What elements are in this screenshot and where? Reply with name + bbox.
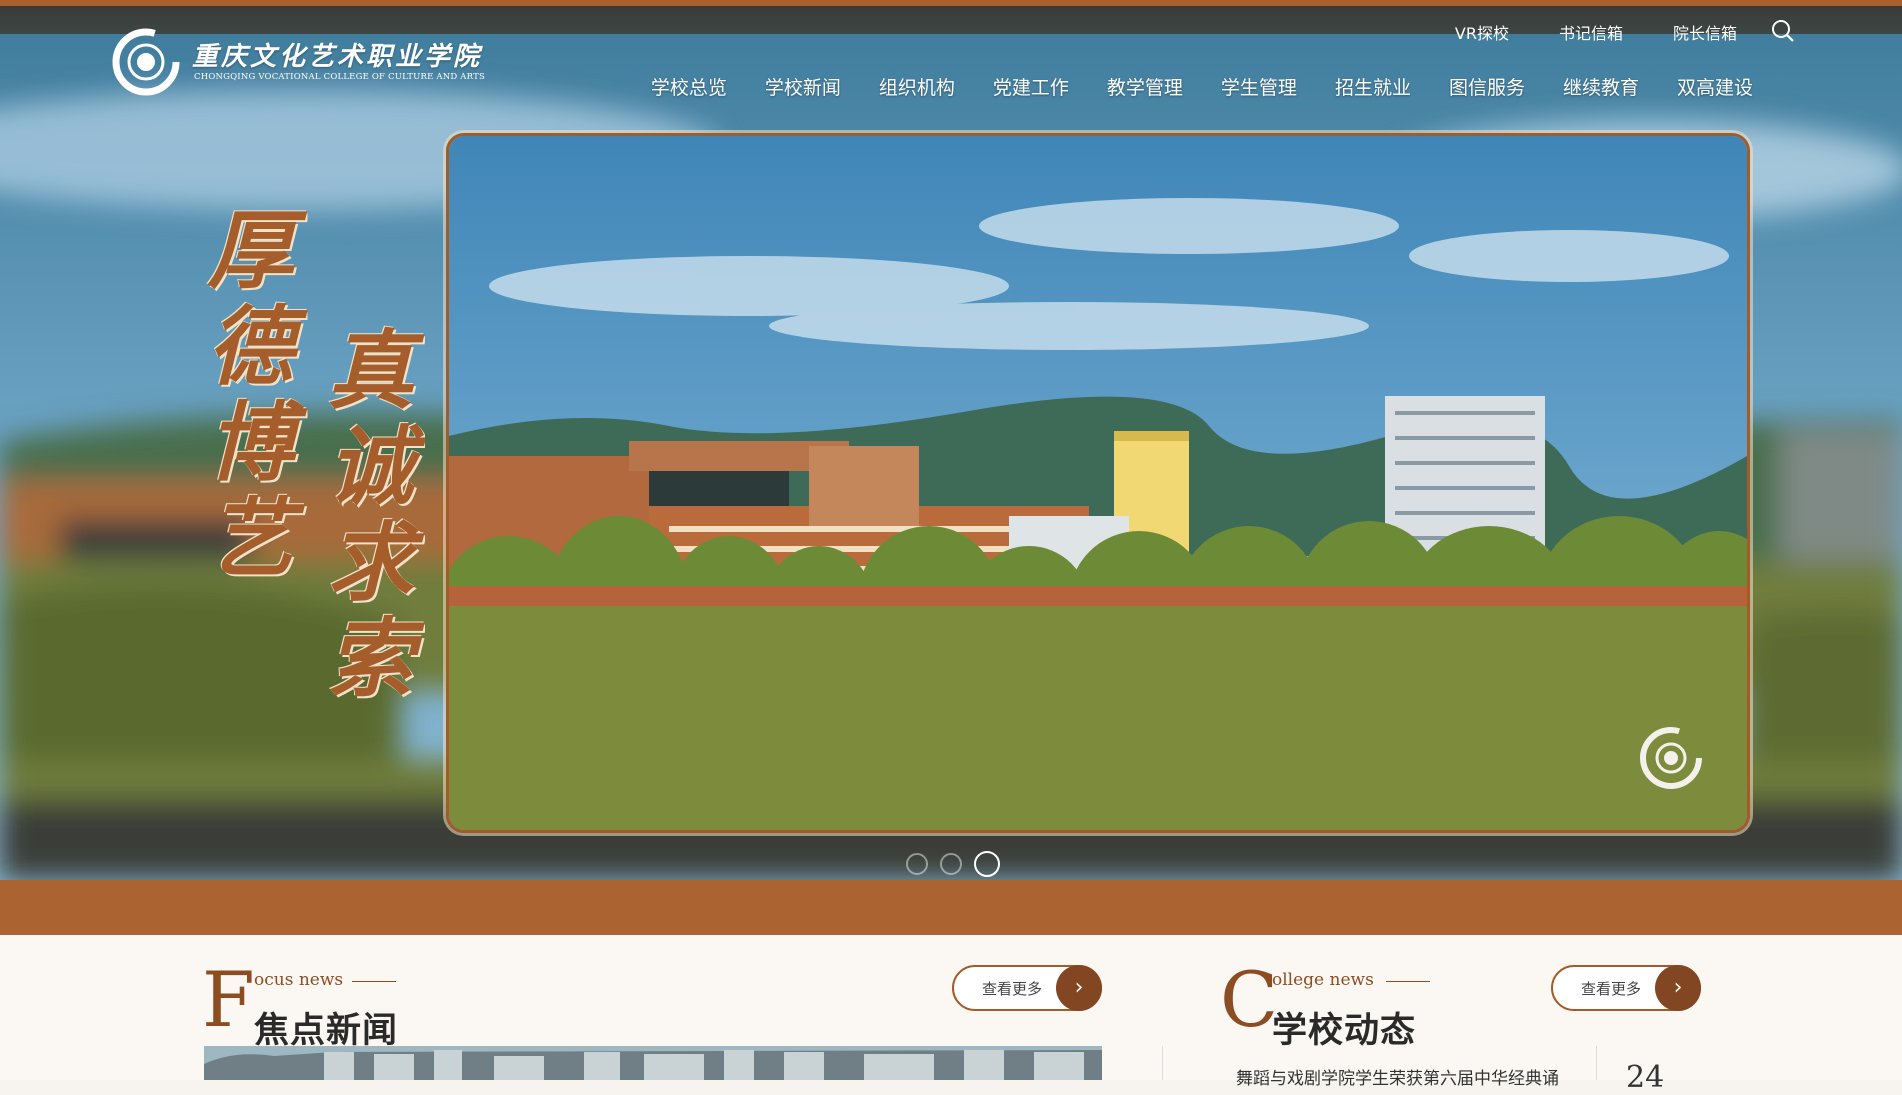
nav-item-news[interactable]: 学校新闻 [746, 73, 860, 100]
banner-slide-image[interactable] [446, 133, 1750, 833]
main-navigation: 学校总览 学校新闻 组织机构 党建工作 教学管理 学生管理 招生就业 图信服务 … [632, 73, 1772, 100]
nav-item-organization[interactable]: 组织机构 [860, 73, 974, 100]
college-more-button[interactable]: 查看更多 › [1551, 965, 1701, 1011]
college-news-date-divider [1596, 1046, 1597, 1080]
nav-item-admissions[interactable]: 招生就业 [1316, 73, 1430, 100]
nav-item-library[interactable]: 图信服务 [1430, 73, 1544, 100]
college-heading-rule [1386, 981, 1430, 982]
nav-item-overview[interactable]: 学校总览 [632, 73, 746, 100]
motto-column-1: 厚德博艺 [192, 205, 293, 589]
focus-news-photo[interactable] [204, 1046, 1102, 1080]
campus-photo [449, 136, 1747, 830]
college-news-divider [1162, 1046, 1163, 1080]
top-utility-links: VR探校 书记信箱 院长信箱 [1430, 20, 1762, 44]
logo-english-name: CHONGQING VOCATIONAL COLLEGE OF CULTURE … [194, 72, 485, 82]
carousel-dot-1[interactable] [906, 853, 928, 875]
focus-heading-english: ocus news [254, 970, 344, 990]
focus-more-button[interactable]: 查看更多 › [952, 965, 1102, 1011]
college-news-heading: C ollege news 学校动态 [1220, 955, 1520, 1051]
focus-heading-letter: F [202, 955, 255, 1044]
hero-bottom-band [0, 880, 1902, 935]
nav-item-continuing-education[interactable]: 继续教育 [1544, 73, 1658, 100]
college-news-item-title[interactable]: 舞蹈与戏剧学院学生荣获第六届中华经典诵 [1236, 1064, 1559, 1089]
carousel-dot-3[interactable] [974, 851, 1000, 877]
focus-heading-rule [352, 981, 396, 982]
carousel-dot-2[interactable] [940, 853, 962, 875]
nav-item-party-work[interactable]: 党建工作 [974, 73, 1088, 100]
focus-news-heading: F ocus news 焦点新闻 [202, 955, 502, 1052]
focus-news-image [204, 1046, 1102, 1080]
site-logo[interactable]: 重庆文化艺术职业学院 CHONGQING VOCATIONAL COLLEGE … [110, 26, 485, 98]
logo-chinese-name: 重庆文化艺术职业学院 [192, 42, 483, 72]
top-link-vr[interactable]: VR探校 [1430, 20, 1534, 44]
nav-item-double-high[interactable]: 双高建设 [1658, 73, 1772, 100]
carousel-pagination [906, 851, 1000, 877]
search-icon[interactable] [1770, 18, 1796, 44]
college-heading-title: 学校动态 [1272, 1011, 1417, 1051]
college-heading-english: ollege news [1272, 970, 1374, 990]
top-link-president-mailbox[interactable]: 院长信箱 [1648, 20, 1762, 44]
nav-item-students[interactable]: 学生管理 [1202, 73, 1316, 100]
top-link-secretary-mailbox[interactable]: 书记信箱 [1534, 20, 1648, 44]
nav-item-teaching[interactable]: 教学管理 [1088, 73, 1202, 100]
college-news-item-day: 24 [1626, 1060, 1665, 1095]
logo-emblem-icon [112, 28, 180, 96]
college-more-label: 查看更多 [1581, 980, 1642, 998]
college-heading-letter: C [1220, 955, 1279, 1044]
chevron-right-icon: › [1056, 965, 1102, 1011]
focus-more-label: 查看更多 [982, 980, 1043, 998]
chevron-right-icon: › [1655, 965, 1701, 1011]
motto-column-2: 真诚求索 [312, 325, 413, 709]
